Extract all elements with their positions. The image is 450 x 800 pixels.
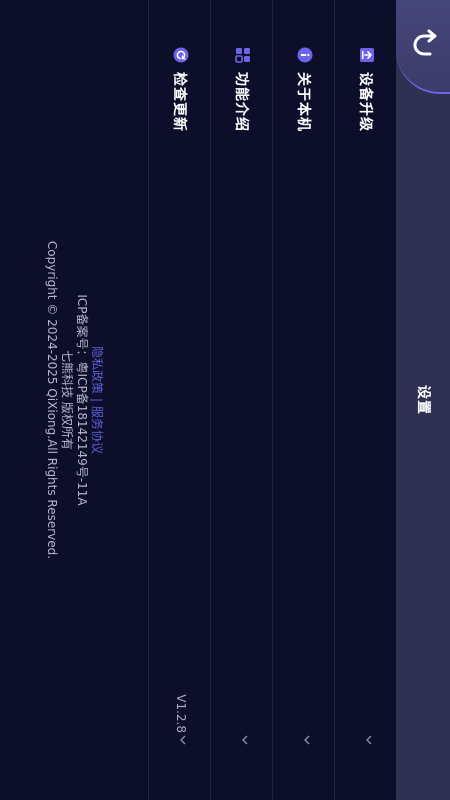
chevron-down-icon xyxy=(304,735,310,745)
menu-item-label: 功能介绍 xyxy=(233,72,249,132)
apps-grid-icon xyxy=(235,48,250,63)
terms-of-service-link[interactable]: 服务协议 xyxy=(90,406,104,454)
settings-screen: 设置 设备升级 关于本机 功能介绍 检查更新 V1.2.8 隐私政策|服务协议 … xyxy=(0,0,450,800)
menu-item-feature-intro[interactable]: 功能介绍 xyxy=(210,0,272,800)
footer: 隐私政策 | 服务协议 ICP备案号：粤ICP备18142149号-11A 七熊科技… xyxy=(44,0,105,800)
menu-item-label: 设备升级 xyxy=(357,72,373,132)
chevron-down-icon xyxy=(180,735,186,745)
company-rights: 七熊科技 版权所有 xyxy=(60,350,74,450)
privacy-policy-link[interactable]: 隐私政策 xyxy=(90,346,104,394)
settings-menu: 设备升级 关于本机 功能介绍 检查更新 V1.2.8 xyxy=(148,0,396,800)
page-title: 设置 xyxy=(415,385,431,415)
menu-item-about-device[interactable]: 关于本机 xyxy=(272,0,334,800)
menu-item-check-update[interactable]: 检查更新 V1.2.8 xyxy=(148,0,210,800)
menu-item-label: 关于本机 xyxy=(295,72,311,132)
top-bar: 设置 xyxy=(396,0,450,800)
info-icon xyxy=(297,47,313,63)
chevron-down-icon xyxy=(242,735,248,745)
copyright: Copyright © 2024-2025 QiXiong.All Rights… xyxy=(45,240,59,560)
version-value: V1.2.8 xyxy=(174,694,188,733)
icp-record: ICP备案号：粤ICP备18142149号-11A xyxy=(75,294,89,506)
policy-links: 隐私政策 | 服务协议 xyxy=(89,0,105,800)
refresh-icon xyxy=(173,47,189,63)
menu-item-label: 检查更新 xyxy=(171,72,187,132)
menu-item-device-upgrade[interactable]: 设备升级 xyxy=(334,0,396,800)
link-separator: | xyxy=(90,397,104,403)
chevron-down-icon xyxy=(366,735,372,745)
upgrade-icon xyxy=(360,48,374,62)
